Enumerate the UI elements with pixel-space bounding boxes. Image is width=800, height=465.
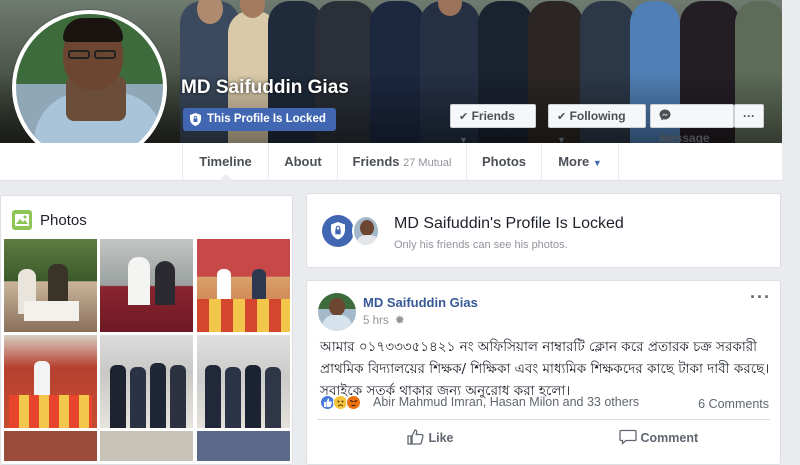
tab-more[interactable]: More ▼: [542, 143, 618, 181]
angry-reaction-icon: [346, 395, 361, 410]
tab-about-label: About: [284, 154, 322, 169]
profile-locked-badge: This Profile Is Locked: [183, 108, 336, 131]
more-options-button[interactable]: ···: [734, 104, 764, 128]
photo-thumbnail[interactable]: [100, 239, 193, 332]
locked-notice-title: MD Saifuddin's Profile Is Locked: [394, 215, 624, 232]
shield-icon: [190, 113, 201, 126]
post-options-label: ···: [750, 287, 771, 307]
active-tab-pointer: [219, 174, 233, 181]
friends-button-label: Friends: [471, 109, 515, 123]
avatar: [352, 215, 380, 247]
photo-thumbnail[interactable]: [100, 335, 193, 428]
photos-panel: Photos: [0, 195, 293, 465]
tab-more-label: More: [558, 154, 590, 169]
locked-profile-notice: MD Saifuddin's Profile Is Locked Only hi…: [306, 193, 781, 268]
post-options-button[interactable]: ···: [750, 287, 771, 308]
tab-photos-label: Photos: [481, 154, 527, 169]
more-options-label: ···: [743, 109, 755, 123]
gear-icon: ✹: [394, 313, 405, 327]
comments-count[interactable]: 6 Comments: [698, 397, 769, 411]
friends-button[interactable]: ✔ Friends ▼: [450, 104, 536, 145]
photos-icon: [12, 210, 32, 230]
caret-down-icon: ▼: [592, 158, 602, 168]
post-divider: [317, 419, 770, 420]
tab-photos[interactable]: Photos: [467, 143, 541, 181]
like-button[interactable]: Like: [407, 429, 454, 445]
photos-panel-title[interactable]: Photos: [40, 212, 87, 229]
post-card: MD Saifuddin Gias 5 hrs ✹ ··· আমার ০১৭৩৩…: [306, 280, 781, 465]
comment-button-label: Comment: [640, 431, 699, 445]
tab-timeline-label: Timeline: [199, 154, 252, 169]
check-icon: ✔: [459, 111, 469, 123]
photo-thumbnail[interactable]: [4, 239, 97, 332]
comment-icon: [619, 429, 637, 445]
photo-thumbnail[interactable]: [197, 239, 290, 332]
like-button-label: Like: [428, 431, 454, 445]
photo-thumbnail[interactable]: [4, 335, 97, 428]
messenger-icon: [659, 109, 671, 121]
photo-thumbnail[interactable]: [197, 431, 290, 461]
photo-thumbnail[interactable]: [4, 431, 97, 461]
check-icon: ✔: [557, 111, 567, 123]
post-time-label: 5 hrs: [363, 315, 389, 327]
photo-thumbnail[interactable]: [197, 335, 290, 428]
tab-about[interactable]: About: [269, 143, 337, 181]
reaction-names[interactable]: Abir Mahmud Imran, Hasan Milon and 33 ot…: [373, 395, 639, 409]
following-button[interactable]: ✔ Following ▼: [548, 104, 646, 145]
following-button-label: Following: [569, 109, 626, 123]
post-text: আমার ০১৭৩৩৩৫১৪২১ নং অফিসিয়াল নাম্বারটি …: [320, 339, 770, 399]
locked-badge-label: This Profile Is Locked: [207, 113, 326, 125]
profile-avatar[interactable]: [12, 10, 167, 165]
post-author-avatar[interactable]: [318, 293, 356, 331]
mutual-friends-count: 27 Mutual: [403, 157, 452, 169]
photo-thumbnail[interactable]: [100, 431, 193, 461]
post-timestamp[interactable]: 5 hrs ✹: [363, 313, 405, 327]
profile-name[interactable]: MD Saifuddin Gias: [181, 77, 349, 99]
message-button[interactable]: Message: [650, 104, 734, 145]
shield-lock-icon: [322, 215, 354, 247]
tab-friends-label: Friends: [352, 154, 400, 169]
locked-notice-subtitle: Only his friends can see his photos.: [394, 239, 568, 251]
profile-nav-bar: Timeline About Friends 27 Mutual Photos …: [0, 143, 782, 181]
thumbs-up-icon: [407, 429, 424, 445]
comment-button[interactable]: Comment: [619, 429, 698, 445]
tab-friends[interactable]: Friends 27 Mutual: [338, 143, 466, 181]
post-author-name[interactable]: MD Saifuddin Gias: [363, 295, 478, 310]
